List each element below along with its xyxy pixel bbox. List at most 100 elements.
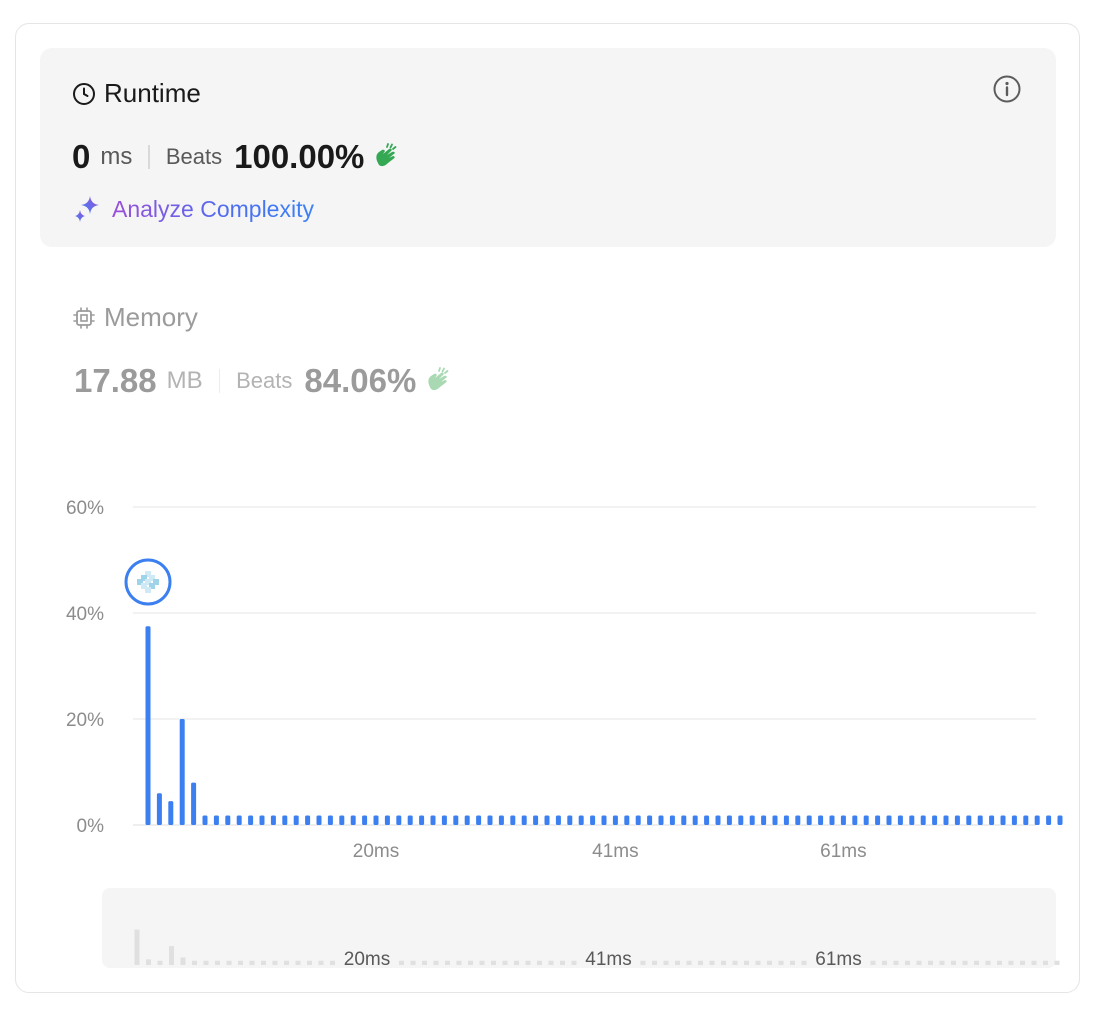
overview-bar <box>571 960 577 965</box>
runtime-bar[interactable] <box>168 801 174 825</box>
runtime-bar[interactable] <box>293 815 299 825</box>
runtime-bar[interactable] <box>362 815 368 825</box>
overview-bar <box>1043 960 1048 965</box>
runtime-bar[interactable] <box>202 815 208 825</box>
overview-bar <box>134 929 140 965</box>
overview-bar <box>548 960 554 965</box>
runtime-bar[interactable] <box>464 815 470 825</box>
runtime-bar[interactable] <box>350 815 356 825</box>
runtime-bar[interactable] <box>966 815 972 825</box>
runtime-distribution-chart[interactable]: 60% 40% 20% 0% 20ms 41ms 61ms 20ms 41ms 61ms <box>0 0 1102 1014</box>
runtime-bar[interactable] <box>977 815 983 825</box>
runtime-bar[interactable] <box>635 815 641 825</box>
runtime-bar[interactable] <box>373 815 379 825</box>
overview-bar <box>767 960 772 965</box>
runtime-bar[interactable] <box>715 815 721 825</box>
runtime-bar[interactable] <box>156 793 162 825</box>
runtime-bar[interactable] <box>738 815 744 825</box>
runtime-bar[interactable] <box>179 719 185 825</box>
runtime-bar[interactable] <box>282 815 288 825</box>
runtime-bar[interactable] <box>840 815 846 825</box>
runtime-bar[interactable] <box>761 815 767 825</box>
runtime-bar[interactable] <box>647 815 653 825</box>
runtime-bar[interactable] <box>487 815 493 825</box>
runtime-bar[interactable] <box>681 815 687 825</box>
runtime-bar[interactable] <box>270 815 276 825</box>
runtime-bar[interactable] <box>829 815 835 825</box>
runtime-bar[interactable] <box>407 815 413 825</box>
runtime-bar[interactable] <box>943 815 949 825</box>
runtime-bar[interactable] <box>726 815 732 825</box>
runtime-bar[interactable] <box>818 815 824 825</box>
runtime-bar[interactable] <box>453 815 459 825</box>
overview-bar <box>169 946 174 965</box>
runtime-bar[interactable] <box>920 815 926 825</box>
runtime-bar[interactable] <box>704 815 710 825</box>
y-tick-label: 20% <box>66 710 104 731</box>
overview-bar <box>468 960 473 965</box>
runtime-bar[interactable] <box>909 815 915 825</box>
runtime-bar[interactable] <box>145 626 151 825</box>
runtime-bar[interactable] <box>875 815 881 825</box>
runtime-bar[interactable] <box>601 815 607 825</box>
runtime-bar[interactable] <box>590 815 596 825</box>
runtime-bar[interactable] <box>1057 815 1063 825</box>
runtime-bar[interactable] <box>749 815 755 825</box>
runtime-bar[interactable] <box>932 815 938 825</box>
runtime-bar[interactable] <box>316 815 322 825</box>
runtime-bar[interactable] <box>259 815 265 825</box>
runtime-bar[interactable] <box>578 815 584 825</box>
overview-bar <box>445 960 450 965</box>
runtime-bar[interactable] <box>897 815 903 825</box>
runtime-bar[interactable] <box>441 815 447 825</box>
overview-bar <box>537 960 542 965</box>
runtime-bar[interactable] <box>555 815 561 825</box>
runtime-bar[interactable] <box>236 815 242 825</box>
runtime-bar[interactable] <box>225 815 231 825</box>
overview-bar <box>698 960 703 965</box>
runtime-bar[interactable] <box>476 815 482 825</box>
runtime-bar[interactable] <box>624 815 630 825</box>
runtime-bar[interactable] <box>213 815 219 825</box>
overview-bar <box>732 960 738 965</box>
runtime-bar[interactable] <box>544 815 550 825</box>
runtime-bar[interactable] <box>191 782 197 825</box>
runtime-bar[interactable] <box>795 815 801 825</box>
overview-bar <box>916 960 922 965</box>
runtime-bar[interactable] <box>989 815 995 825</box>
runtime-bar[interactable] <box>852 815 858 825</box>
runtime-bar[interactable] <box>692 815 698 825</box>
runtime-bar[interactable] <box>521 815 527 825</box>
runtime-bar[interactable] <box>954 815 960 825</box>
overview-bar <box>422 960 427 965</box>
runtime-bar[interactable] <box>533 815 539 825</box>
runtime-bar[interactable] <box>419 815 425 825</box>
runtime-bar[interactable] <box>384 815 390 825</box>
runtime-bar[interactable] <box>612 815 618 825</box>
runtime-bar[interactable] <box>1011 815 1017 825</box>
runtime-bar[interactable] <box>1046 815 1052 825</box>
runtime-bar[interactable] <box>863 815 869 825</box>
runtime-bar[interactable] <box>430 815 436 825</box>
runtime-bar[interactable] <box>1034 815 1040 825</box>
runtime-bar[interactable] <box>886 815 892 825</box>
overview-bar <box>215 960 220 965</box>
runtime-bar[interactable] <box>658 815 664 825</box>
runtime-bar[interactable] <box>510 815 516 825</box>
runtime-bar[interactable] <box>498 815 504 825</box>
runtime-bar[interactable] <box>783 815 789 825</box>
runtime-bar[interactable] <box>305 815 311 825</box>
runtime-bar[interactable] <box>327 815 333 825</box>
runtime-bar[interactable] <box>396 815 402 825</box>
runtime-bar[interactable] <box>567 815 573 825</box>
runtime-bar[interactable] <box>248 815 254 825</box>
overview-bar <box>157 960 163 965</box>
y-tick-label: 60% <box>66 498 104 519</box>
runtime-bar[interactable] <box>339 815 345 825</box>
runtime-bar[interactable] <box>806 815 812 825</box>
runtime-bar[interactable] <box>772 815 778 825</box>
runtime-bar[interactable] <box>1023 815 1029 825</box>
runtime-bar[interactable] <box>669 815 675 825</box>
overview-bar <box>307 960 312 965</box>
runtime-bar[interactable] <box>1000 815 1006 825</box>
